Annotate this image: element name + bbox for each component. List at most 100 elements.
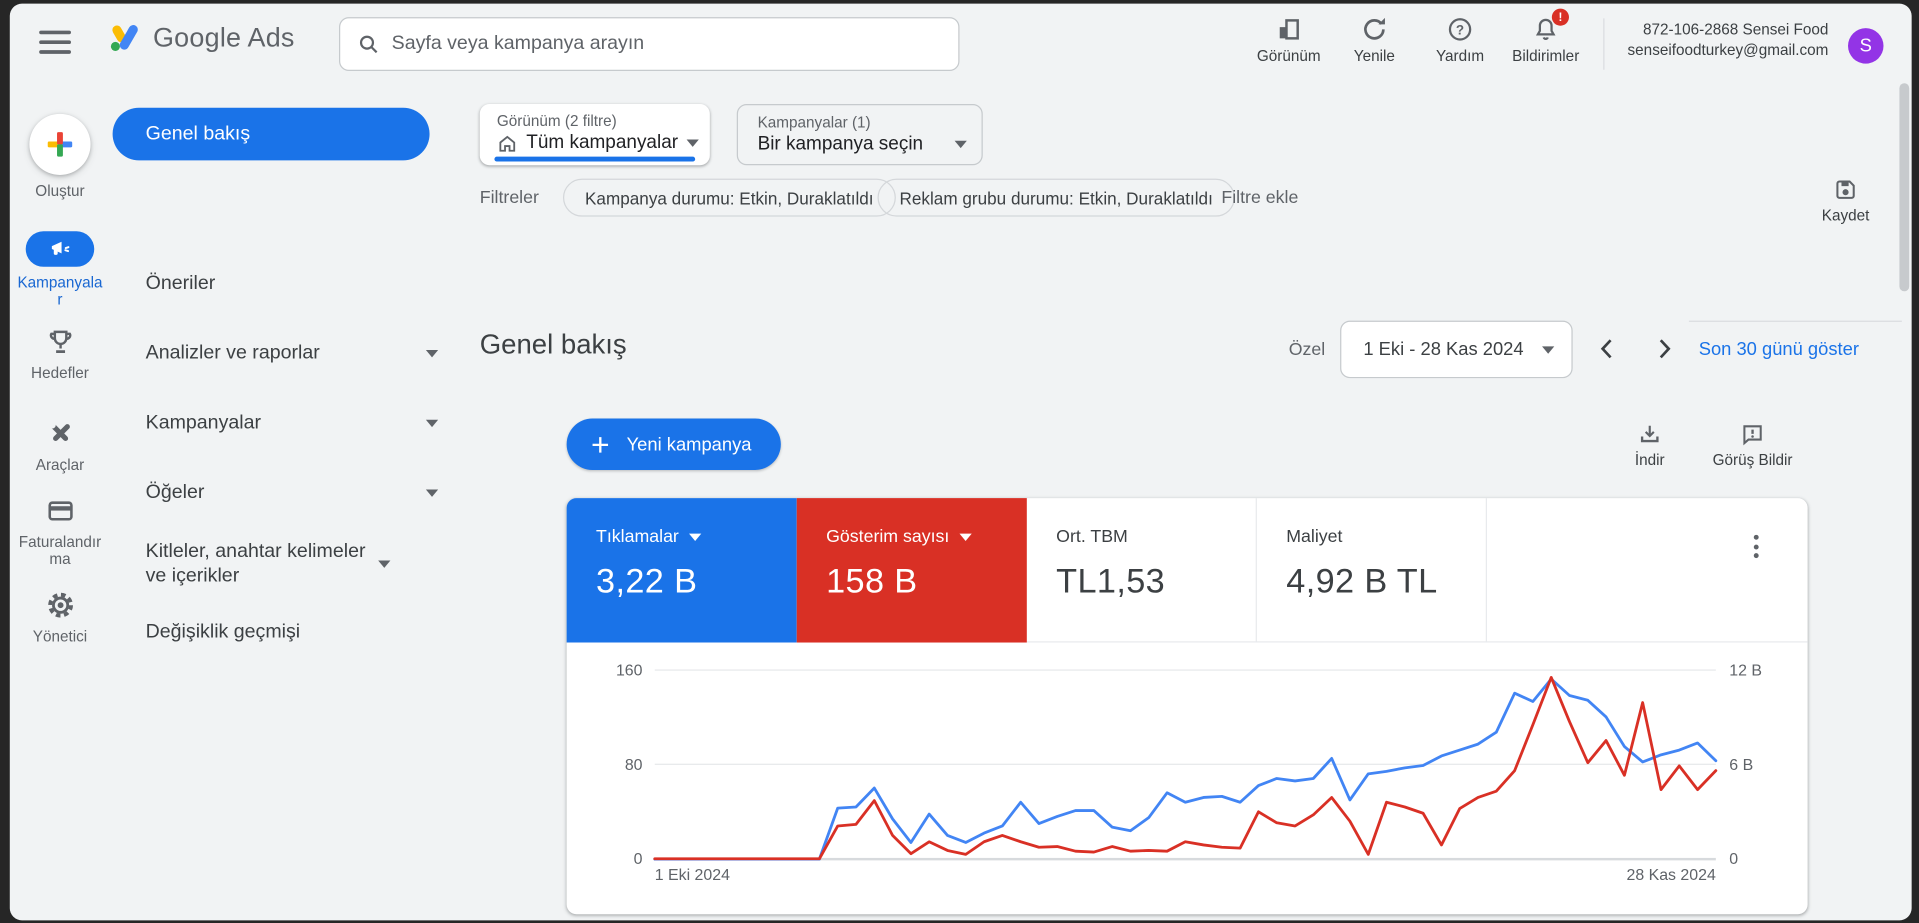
dropdown-caret-icon	[955, 141, 967, 148]
svg-text:?: ?	[1456, 22, 1464, 37]
rail-item-kampanyalar[interactable]: Kampanyalar	[10, 231, 110, 308]
help-button[interactable]: ? Yardım	[1417, 15, 1503, 65]
topbar-divider	[1603, 18, 1604, 69]
x-axis-start-label: 1 Eki 2024	[655, 865, 730, 883]
chevron-down-icon	[426, 490, 438, 497]
google-ads-logo-icon	[108, 21, 141, 54]
save-icon	[1833, 177, 1857, 201]
metric-caret-icon	[959, 534, 971, 541]
create-button[interactable]: Oluştur	[10, 114, 110, 200]
appearance-button[interactable]: Görünüm	[1246, 15, 1332, 65]
y-axis-right-tick: 6 B	[1729, 755, 1753, 773]
desktop-background: Google Ads Görünüm	[0, 0, 1919, 923]
show-last-30-days-link[interactable]: Son 30 günü göster	[1699, 339, 1859, 360]
megaphone-icon	[26, 231, 95, 266]
refresh-icon	[1360, 15, 1389, 44]
billing-card-icon	[45, 496, 76, 527]
nav-item-degisiklik-gecmisi[interactable]: Değişiklik geçmişi	[113, 620, 480, 644]
chevron-down-icon	[426, 420, 438, 427]
home-icon	[497, 133, 518, 154]
campaign-selector[interactable]: Kampanyalar (1) Bir kampanya seçin	[737, 104, 983, 165]
chevron-down-icon	[378, 561, 390, 568]
menu-icon[interactable]	[39, 31, 71, 55]
notifications-button[interactable]: ! Bildirimler	[1503, 15, 1589, 65]
chevron-down-icon	[426, 350, 438, 357]
y-axis-right-tick: 12 B	[1729, 661, 1762, 679]
nav-item-kampanyalar[interactable]: Kampanyalar	[113, 411, 480, 435]
scorecard-ort-tbm[interactable]: Ort. TBM TL1,53	[1027, 498, 1257, 642]
date-range-selector[interactable]: 1 Eki - 28 Kas 2024	[1340, 321, 1573, 379]
nav-item-ogeler[interactable]: Öğeler	[113, 481, 480, 505]
download-icon	[1638, 422, 1662, 446]
overview-card-menu-button[interactable]	[1746, 527, 1766, 565]
nav-item-analizler-ve-raporlar[interactable]: Analizler ve raporlar	[113, 341, 480, 365]
top-bar: Google Ads Görünüm	[10, 4, 1912, 80]
y-axis-right-tick: 0	[1729, 849, 1738, 867]
notification-badge: !	[1552, 9, 1569, 26]
scorecard-value: 158 B	[826, 562, 1027, 601]
active-view-indicator	[494, 157, 695, 162]
nav-item-oneriler[interactable]: Öneriler	[113, 272, 480, 296]
previous-period-button[interactable]	[1589, 332, 1623, 366]
y-axis-left-tick: 80	[567, 755, 643, 773]
filter-chip-campaign-status[interactable]: Kampanya durumu: Etkin, Duraklatıldı	[563, 179, 896, 217]
rail-item-araclar[interactable]: Araçlar	[10, 419, 110, 474]
brand-text: Google Ads	[153, 21, 295, 53]
filters-label: Filtreler	[480, 188, 539, 208]
side-navigation: Genel bakış Öneriler Analizler ve raporl…	[110, 80, 453, 921]
scorecard-value: 4,92 B TL	[1286, 562, 1485, 601]
account-email: senseifoodturkey@gmail.com	[1620, 40, 1828, 61]
account-id-name: 872-106-2868 Sensei Food	[1620, 20, 1828, 41]
scorecard-gosterim-sayisi[interactable]: Gösterim sayısı 158 B	[797, 498, 1027, 642]
avatar[interactable]: S	[1848, 28, 1883, 63]
next-period-button[interactable]	[1647, 332, 1681, 366]
column-chart-icon	[1274, 15, 1303, 44]
gear-icon	[45, 590, 76, 621]
date-mode-label: Özel	[1289, 340, 1326, 360]
google-ads-app: Google Ads Görünüm	[10, 4, 1912, 921]
feedback-icon	[1740, 422, 1764, 446]
y-axis-left-tick: 0	[567, 849, 643, 867]
rail-item-hedefler[interactable]: Hedefler	[10, 327, 110, 382]
account-info[interactable]: 872-106-2868 Sensei Food senseifoodturke…	[1620, 20, 1828, 62]
search-input[interactable]	[392, 33, 942, 55]
nav-item-kitleler[interactable]: Kitleler, anahtar kelimeler ve içerikler	[113, 540, 480, 589]
x-axis-end-label: 28 Kas 2024	[1626, 865, 1715, 883]
bell-icon: !	[1531, 15, 1560, 44]
new-campaign-button[interactable]: Yeni kampanya	[567, 419, 781, 470]
search-icon	[357, 33, 379, 55]
scorecard-value: 3,22 B	[596, 562, 797, 601]
metric-caret-icon	[689, 534, 701, 541]
scorecard-tiklamalar[interactable]: Tıklamalar 3,22 B	[567, 498, 797, 642]
page-title: Genel bakış	[480, 329, 627, 361]
y-axis-left-tick: 160	[567, 661, 643, 679]
trophy-icon	[45, 327, 76, 358]
save-button[interactable]: Kaydet	[1811, 177, 1880, 224]
nav-item-genel-bakis[interactable]: Genel bakış	[113, 108, 430, 161]
scorecard-strip: Tıklamalar 3,22 B Gösterim sayısı 158 B …	[567, 498, 1808, 642]
download-button[interactable]: İndir	[1601, 422, 1699, 469]
dropdown-caret-icon	[687, 140, 699, 147]
create-plus-icon	[29, 114, 90, 175]
brand: Google Ads	[108, 21, 295, 54]
scorecard-maliyet[interactable]: Maliyet 4,92 B TL	[1257, 498, 1487, 642]
global-search[interactable]	[339, 17, 959, 71]
rail-item-faturalandirma[interactable]: Faturalandırma	[10, 496, 110, 568]
toolbar-divider	[1689, 321, 1902, 322]
chart-lines[interactable]	[655, 669, 1716, 859]
view-selector[interactable]: Görünüm (2 filtre) Tüm kampanyalar	[480, 104, 710, 165]
scrollbar[interactable]	[1899, 83, 1909, 291]
feedback-button[interactable]: Görüş Bildir	[1704, 422, 1802, 469]
dropdown-caret-icon	[1542, 346, 1554, 353]
scorecard-value: TL1,53	[1056, 562, 1255, 601]
top-actions: Görünüm Yenile ? Yardım	[1246, 15, 1589, 65]
add-filter-button[interactable]: Filtre ekle	[1221, 188, 1298, 208]
main-content: Görünüm (2 filtre) Tüm kampanyalar Kampa…	[453, 80, 1912, 921]
tools-icon	[45, 419, 76, 450]
rail-item-yonetici[interactable]: Yönetici	[10, 590, 110, 645]
overview-card: Tıklamalar 3,22 B Gösterim sayısı 158 B …	[567, 498, 1808, 914]
help-icon: ?	[1445, 15, 1474, 44]
left-rail: Oluştur Kampanyalar	[10, 80, 110, 921]
refresh-button[interactable]: Yenile	[1332, 15, 1418, 65]
filter-chip-adgroup-status[interactable]: Reklam grubu durumu: Etkin, Duraklatıldı	[878, 179, 1235, 217]
